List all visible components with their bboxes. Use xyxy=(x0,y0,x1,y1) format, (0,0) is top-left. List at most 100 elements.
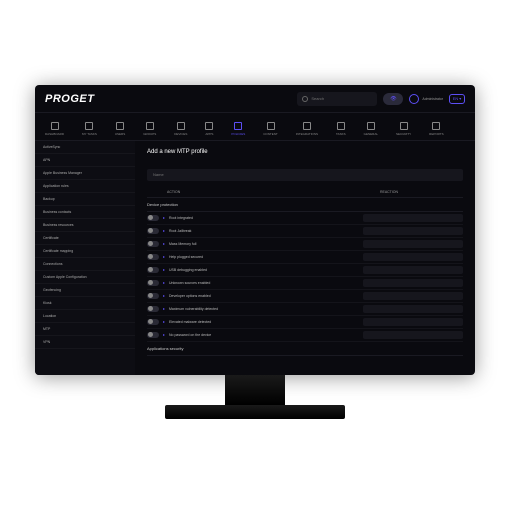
rule-row: ▸Root Jailbreak xyxy=(147,225,463,238)
toggle[interactable] xyxy=(147,215,159,221)
sidebar-item[interactable]: Backup xyxy=(35,193,135,206)
toggle[interactable] xyxy=(147,293,159,299)
notification-button[interactable]: 👁 xyxy=(383,93,403,105)
language-selector[interactable]: EN▾ xyxy=(449,94,465,104)
rule-row: ▸No password on the device xyxy=(147,329,463,342)
app-header: PROGET 👁 Administrator EN▾ xyxy=(35,85,475,113)
nav-item[interactable]: MY TASKS xyxy=(82,122,97,136)
nav-item[interactable]: DEVICES xyxy=(174,122,187,136)
user-menu[interactable]: Administrator xyxy=(409,94,443,104)
col-reaction: REACTION xyxy=(315,190,463,194)
rule-row: ▸ USB debugging enabled xyxy=(147,264,463,277)
nav-item[interactable]: USERS xyxy=(115,122,125,136)
sidebar-item[interactable]: Kiosk xyxy=(35,297,135,310)
action-label: Elevated malware detected xyxy=(169,320,359,324)
sidebar-item[interactable]: VPN xyxy=(35,336,135,349)
logo: PROGET xyxy=(45,93,94,105)
nav-label: DEVICES xyxy=(174,132,187,136)
nav-icon xyxy=(337,122,345,130)
chevron-icon: ▸ xyxy=(163,267,165,272)
nav-item[interactable]: CONTENT xyxy=(263,122,278,136)
toggle[interactable] xyxy=(147,306,159,312)
action-label: Mass Memory full xyxy=(169,242,359,246)
chevron-icon: ▸ xyxy=(163,293,165,298)
nav-icon xyxy=(400,122,408,130)
nav-icon xyxy=(146,122,154,130)
toggle[interactable] xyxy=(147,241,159,247)
reaction-select[interactable] xyxy=(363,331,463,339)
reaction-select[interactable] xyxy=(363,318,463,326)
sidebar-item[interactable]: Apple Business Manager xyxy=(35,167,135,180)
nav-icon xyxy=(116,122,124,130)
sidebar-item[interactable]: ActiveSync xyxy=(35,141,135,154)
nav-item[interactable]: SECURITY xyxy=(396,122,411,136)
chevron-icon: ▸ xyxy=(163,254,165,259)
chevron-icon: ▸ xyxy=(163,332,165,337)
rule-row: ▸ Elevated malware detected xyxy=(147,316,463,329)
reaction-select[interactable] xyxy=(363,253,463,261)
section-header[interactable]: Device protection xyxy=(147,198,463,212)
nav-item[interactable]: REPORTS xyxy=(429,122,443,136)
toggle[interactable] xyxy=(147,319,159,325)
toggle[interactable] xyxy=(147,332,159,338)
sidebar-item[interactable]: Custom Apple Configuration xyxy=(35,271,135,284)
rule-row: ▸ Developer options enabled xyxy=(147,290,463,303)
nav-icon xyxy=(303,122,311,130)
nav-label: CONTENT xyxy=(263,132,278,136)
rule-row: ▸ Maximum vulnerability detected xyxy=(147,303,463,316)
sidebar-item[interactable]: MTP xyxy=(35,323,135,336)
sidebar-item[interactable]: Connections xyxy=(35,258,135,271)
nav-icon xyxy=(177,122,185,130)
nav-item[interactable]: GENERAL xyxy=(364,122,378,136)
toggle[interactable] xyxy=(147,228,159,234)
nav-icon xyxy=(51,122,59,130)
reaction-select[interactable] xyxy=(363,292,463,300)
nav-item[interactable]: TASKS xyxy=(336,122,346,136)
sidebar: ActiveSyncAPNApple Business ManagerAppli… xyxy=(35,141,135,375)
reaction-select[interactable] xyxy=(363,266,463,274)
nav-label: MY TASKS xyxy=(82,132,97,136)
sidebar-item[interactable]: Geofencing xyxy=(35,284,135,297)
sidebar-item[interactable]: Business resources xyxy=(35,219,135,232)
reaction-select[interactable] xyxy=(363,240,463,248)
rule-row: ▸Unknown sources enabled xyxy=(147,277,463,290)
toggle[interactable] xyxy=(147,254,159,260)
search-input[interactable] xyxy=(311,96,371,101)
sidebar-item[interactable]: Application rules xyxy=(35,180,135,193)
sidebar-item[interactable]: Certificate xyxy=(35,232,135,245)
chevron-icon: ▸ xyxy=(163,306,165,311)
section-header[interactable]: Applications security xyxy=(147,342,463,356)
chevron-down-icon: ▾ xyxy=(459,96,461,101)
avatar xyxy=(409,94,419,104)
nav-label: GENERAL xyxy=(364,132,378,136)
action-label: Maximum vulnerability detected xyxy=(169,307,359,311)
sidebar-item[interactable]: Business contacts xyxy=(35,206,135,219)
nav-item[interactable]: DASHBOARD xyxy=(45,122,64,136)
sidebar-item[interactable]: Location xyxy=(35,310,135,323)
reaction-select[interactable] xyxy=(363,305,463,313)
nav-label: GROUPS xyxy=(143,132,156,136)
action-label: Developer options enabled xyxy=(169,294,359,298)
nav-item[interactable]: GROUPS xyxy=(143,122,156,136)
chevron-icon: ▸ xyxy=(163,319,165,324)
nav-icon xyxy=(234,122,242,130)
main-nav: DASHBOARD MY TASKS USERS GROUPS DEVICES APPS P… xyxy=(35,113,475,141)
sidebar-item[interactable]: APN xyxy=(35,154,135,167)
reaction-select[interactable] xyxy=(363,227,463,235)
reaction-select[interactable] xyxy=(363,279,463,287)
nav-label: DASHBOARD xyxy=(45,132,64,136)
nav-item[interactable]: APPS xyxy=(205,122,213,136)
search-box[interactable] xyxy=(297,92,377,106)
nav-item[interactable]: INTEGRATIONS xyxy=(296,122,318,136)
nav-item[interactable]: POLICIES xyxy=(231,122,245,136)
action-label: Root integrated xyxy=(169,216,359,220)
action-label: Help plugged secured xyxy=(169,255,359,259)
profile-name-input[interactable] xyxy=(147,169,463,181)
reaction-select[interactable] xyxy=(363,214,463,222)
table-header: ACTION REACTION xyxy=(147,187,463,198)
rule-row: ▸Root integrated xyxy=(147,212,463,225)
toggle[interactable] xyxy=(147,280,159,286)
toggle[interactable] xyxy=(147,267,159,273)
action-label: USB debugging enabled xyxy=(169,268,359,272)
sidebar-item[interactable]: Certificate mapping xyxy=(35,245,135,258)
